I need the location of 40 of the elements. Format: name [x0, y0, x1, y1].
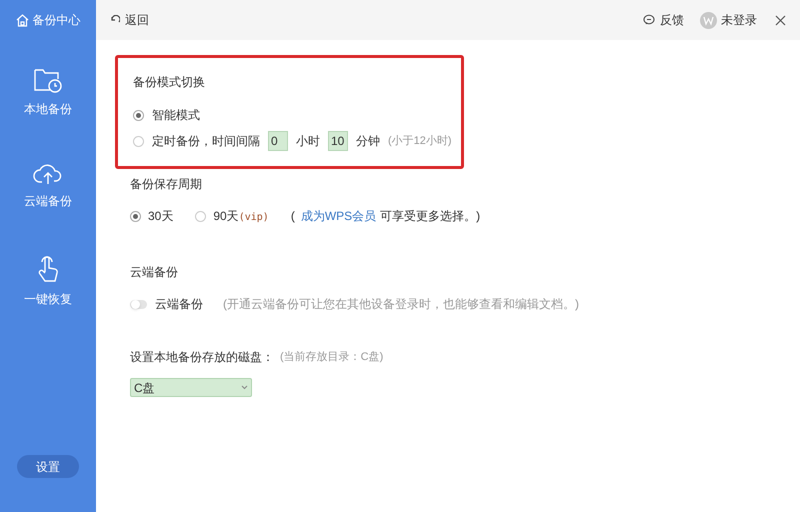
- member-link[interactable]: 成为WPS会员: [300, 207, 376, 225]
- feedback-button[interactable]: 反馈: [643, 11, 684, 29]
- radio-button[interactable]: [195, 210, 206, 222]
- unit-label: 小时: [296, 133, 320, 150]
- chevron-down-icon: [241, 385, 248, 390]
- hint-text: (开通云端备份可让您在其他设备登录时，也能够查看和编辑文档。): [223, 296, 579, 313]
- sidebar-title: 备份中心: [32, 12, 80, 29]
- option-label: 智能模式: [152, 107, 200, 124]
- sidebar-item[interactable]: 云端备份: [24, 162, 72, 210]
- disk-label: 设置本地备份存放的磁盘：: [130, 349, 274, 366]
- hint-text: (小于12小时): [388, 134, 452, 149]
- sidebar-item[interactable]: 一键恢复: [24, 254, 72, 308]
- note-bracket: (: [290, 208, 295, 225]
- hint-text: (当前存放目录：C盘): [280, 350, 384, 365]
- chat-bubble-icon: [643, 14, 655, 26]
- minutes-field[interactable]: 10: [328, 131, 348, 151]
- disk-dropdown[interactable]: C盘: [130, 378, 252, 397]
- home-icon: [16, 14, 28, 26]
- toggle-switch[interactable]: [130, 300, 147, 308]
- section-title: 备份模式切换: [133, 74, 206, 91]
- undo-icon: [110, 15, 120, 25]
- settings-button[interactable]: 设置: [17, 455, 79, 478]
- hours-field[interactable]: 0: [268, 131, 288, 151]
- radio-button[interactable]: [130, 210, 141, 222]
- sidebar-item[interactable]: 本地备份: [24, 66, 72, 118]
- option-label: 30天: [148, 208, 174, 225]
- avatar-icon: [700, 12, 717, 28]
- toggle-label: 云端备份: [155, 296, 203, 313]
- cloud-upload-icon: [33, 162, 63, 186]
- option-label: 90天(vip): [213, 208, 269, 225]
- login-button[interactable]: 未登录: [700, 11, 757, 29]
- section-title: 备份保存周期: [130, 176, 203, 193]
- unit-label: 分钟: [356, 133, 380, 150]
- section-title: 云端备份: [130, 264, 179, 281]
- note-text: 可享受更多选择。): [380, 208, 480, 225]
- close-icon[interactable]: [775, 14, 786, 26]
- option-label: 定时备份，时间间隔: [152, 133, 260, 150]
- radio-button[interactable]: [133, 110, 144, 120]
- back-button[interactable]: 返回: [110, 11, 149, 29]
- radio-button[interactable]: [133, 136, 144, 146]
